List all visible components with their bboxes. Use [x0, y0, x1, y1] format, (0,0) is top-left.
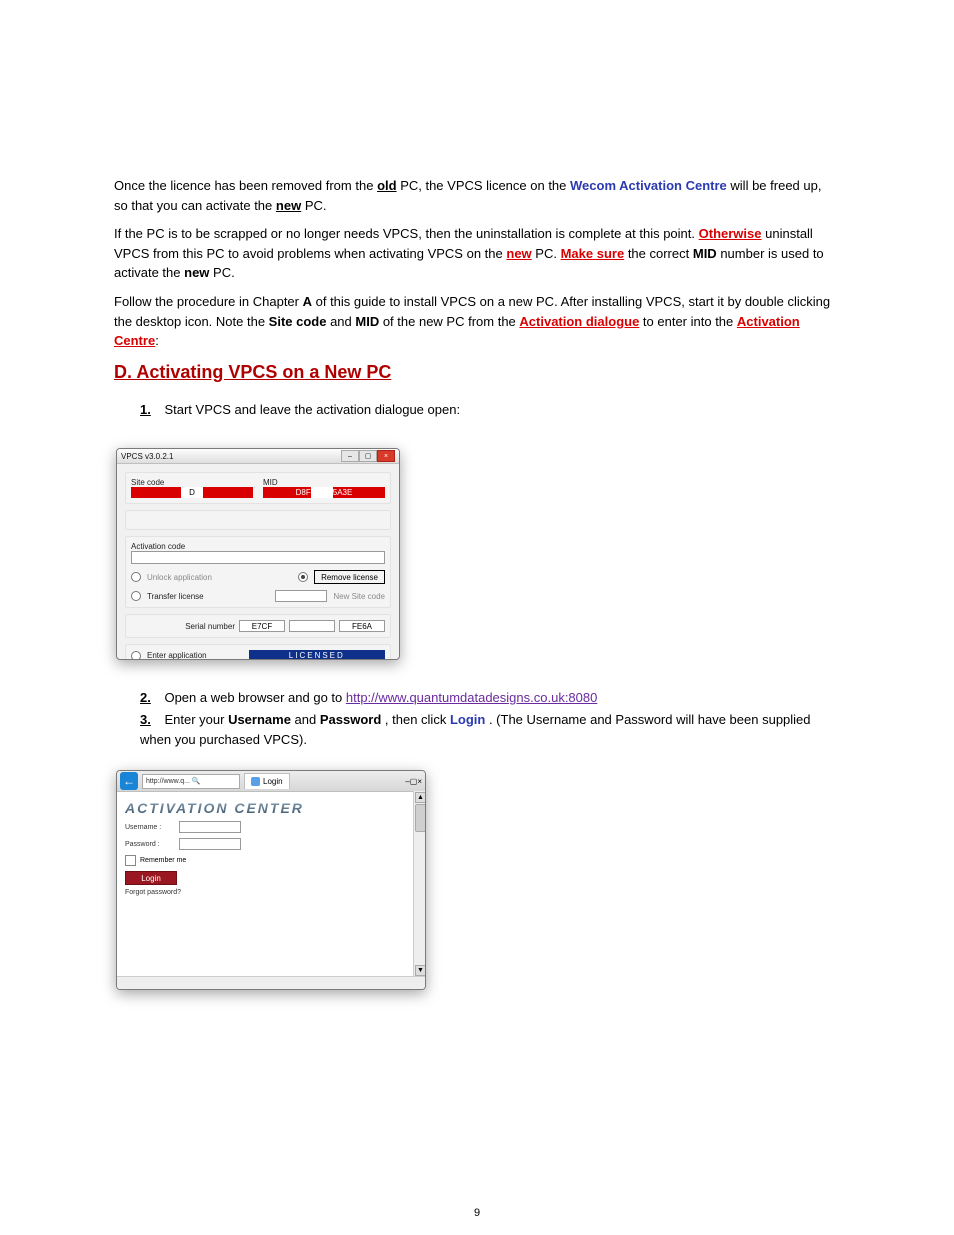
- remember-checkbox[interactable]: [125, 855, 136, 866]
- text: Follow the procedure in Chapter: [114, 294, 303, 309]
- page-number: 9: [0, 1207, 954, 1219]
- step-number: 2.: [140, 690, 151, 705]
- remove-license-radio[interactable]: [298, 572, 308, 582]
- browser-tab[interactable]: Login: [244, 773, 290, 789]
- text: of the new PC from the: [379, 314, 519, 329]
- maximize-button[interactable]: ▢: [410, 777, 418, 786]
- text: A: [303, 294, 312, 309]
- text: , then click: [385, 712, 450, 727]
- site-code-value: D: [131, 487, 253, 498]
- text: PC, the VPCS licence on the: [400, 178, 566, 193]
- text: and: [295, 712, 320, 727]
- serial-part-3: FE6A: [339, 620, 385, 632]
- tab-title: Login: [263, 777, 283, 786]
- transfer-license-label: Transfer license: [147, 592, 204, 601]
- text: the correct: [628, 246, 689, 261]
- new-site-code-label: New Site code: [333, 592, 385, 601]
- text: Password: [320, 712, 381, 727]
- text: new: [276, 198, 301, 213]
- text: Username: [228, 712, 294, 727]
- serial-part-1: E7CF: [239, 620, 285, 632]
- text: Enter your: [164, 712, 228, 727]
- text: Site code: [269, 314, 327, 329]
- close-button[interactable]: ×: [417, 777, 422, 786]
- text: :: [155, 333, 159, 348]
- minimize-button[interactable]: –: [341, 450, 359, 462]
- text: Activation dialogue: [519, 314, 639, 329]
- unlock-radio[interactable]: [131, 572, 141, 582]
- remember-label: Remember me: [140, 857, 186, 864]
- step-text: Start VPCS and leave the activation dial…: [164, 402, 460, 417]
- username-input[interactable]: [179, 821, 241, 833]
- activation-code-label: Activation code: [131, 542, 385, 551]
- text: new: [506, 246, 531, 261]
- forgot-password-link[interactable]: Forgot password?: [125, 889, 417, 896]
- transfer-license-radio[interactable]: [131, 591, 141, 601]
- text: PC.: [535, 246, 557, 261]
- step-text: Open a web browser and go to: [164, 690, 345, 705]
- scrollbar-thumb[interactable]: [415, 804, 426, 832]
- remove-license-button[interactable]: Remove license: [314, 570, 385, 584]
- vpcs-activation-dialog: VPCS v3.0.2.1 – ▢ × Site code D: [116, 448, 400, 660]
- unlock-label: Unlock application: [147, 573, 212, 582]
- text: MID: [693, 246, 717, 261]
- enter-application-radio[interactable]: [131, 651, 141, 661]
- password-input[interactable]: [179, 838, 241, 850]
- address-bar[interactable]: http://www.q... 🔍: [142, 774, 240, 789]
- new-site-code-input[interactable]: [275, 590, 327, 602]
- activation-centre-link[interactable]: http://www.quantumdatadesigns.co.uk:8080: [346, 690, 598, 705]
- serial-label: Serial number: [185, 622, 235, 631]
- step-number: 1.: [140, 402, 151, 417]
- activation-code-input[interactable]: [131, 551, 385, 564]
- browser-window: ← http://www.q... 🔍 Login – ▢ × ACTIVATI…: [116, 770, 426, 990]
- mid-label: MID: [263, 478, 385, 487]
- text: Make sure: [561, 246, 625, 261]
- text: Login: [450, 712, 485, 727]
- username-label: Username :: [125, 824, 173, 831]
- text: to enter into the: [639, 314, 737, 329]
- text: If the PC is to be scrapped or no longer…: [114, 226, 695, 241]
- login-button[interactable]: Login: [125, 871, 177, 885]
- password-label: Password :: [125, 841, 173, 848]
- mid-value: D8F 5A3E: [263, 487, 385, 498]
- text: PC.: [213, 265, 235, 280]
- page-icon: [251, 777, 260, 786]
- scroll-down-arrow[interactable]: ▼: [415, 965, 426, 976]
- text: old: [377, 178, 397, 193]
- site-code-label: Site code: [131, 478, 253, 487]
- scroll-up-arrow[interactable]: ▲: [415, 792, 426, 803]
- text: Wecom Activation Centre: [570, 178, 727, 193]
- back-button[interactable]: ←: [120, 772, 138, 790]
- close-button[interactable]: ×: [377, 450, 395, 462]
- enter-application-label: Enter application: [147, 651, 207, 660]
- text: new: [184, 265, 209, 280]
- text: Once the licence has been removed from t…: [114, 178, 373, 193]
- text: and: [326, 314, 355, 329]
- dialog-title: VPCS v3.0.2.1: [121, 452, 173, 461]
- licensed-badge: LICENSED: [249, 650, 385, 660]
- maximize-button[interactable]: ▢: [359, 450, 377, 462]
- page-title: ACTIVATION CENTER: [125, 800, 417, 816]
- text: PC.: [305, 198, 327, 213]
- status-bar: [117, 976, 425, 989]
- section-heading: D. Activating VPCS on a New PC: [114, 362, 391, 383]
- vertical-scrollbar[interactable]: ▲ ▼: [413, 791, 425, 977]
- step-number: 3.: [140, 712, 151, 727]
- text: MID: [355, 314, 379, 329]
- text: Otherwise: [699, 226, 762, 241]
- serial-part-2: [289, 620, 335, 632]
